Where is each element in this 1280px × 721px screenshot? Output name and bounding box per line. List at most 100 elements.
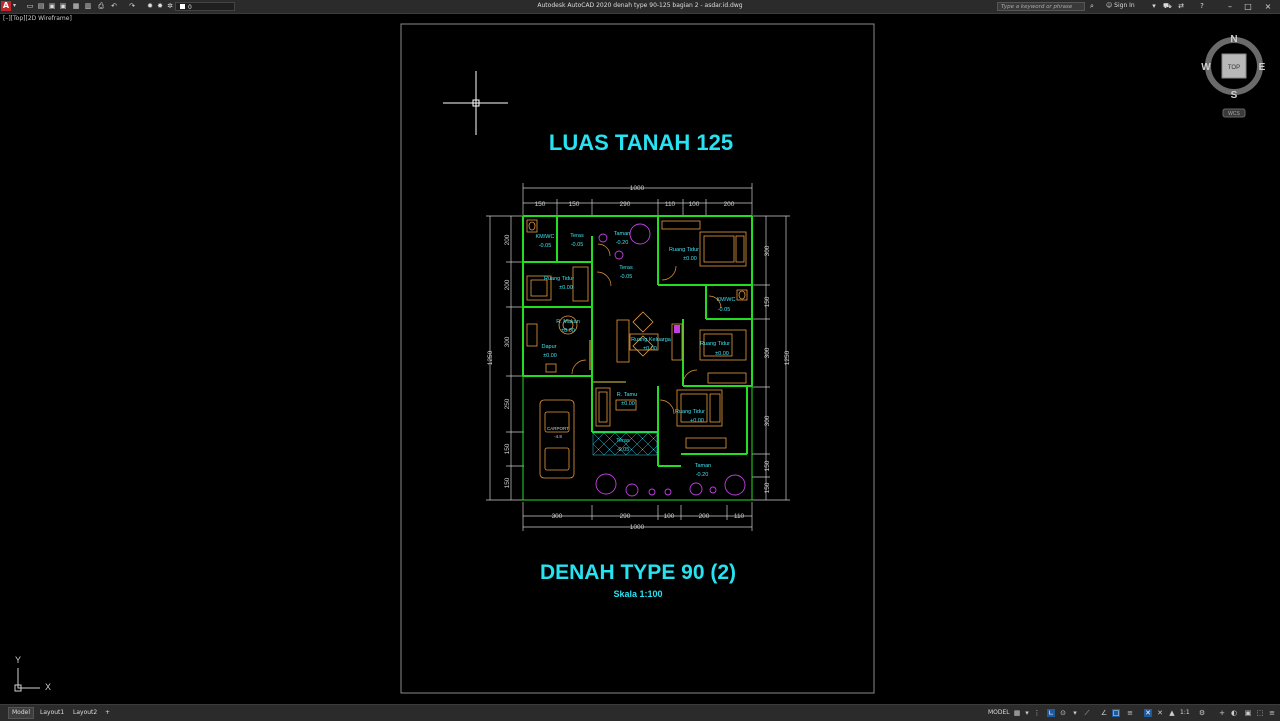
dimension-texts: 1000 150 150 290 110 100 200 300 290 100… [535, 185, 745, 531]
room-13-name: Ruang Tidur [675, 409, 705, 415]
dimension-lines [486, 183, 790, 531]
room-16-name: CARPORT [547, 426, 569, 431]
polar-caret-icon[interactable]: ▾ [1071, 709, 1079, 717]
room-1-level: -0.05 [539, 243, 552, 249]
dim-top-5: 100 [689, 201, 700, 208]
room-7-level: -0.05 [718, 307, 731, 313]
dim-right-2: 150 [764, 296, 771, 307]
compass-east[interactable]: E [1259, 62, 1266, 73]
room-11-level: ±0.00 [715, 351, 729, 357]
dim-top-4: 110 [665, 201, 676, 208]
viewcube[interactable]: TOP N S E W WCS [1201, 34, 1266, 118]
osnap-tracking-icon[interactable]: ∠ [1100, 709, 1108, 717]
settings-gear-icon[interactable]: ⚙ [1198, 709, 1206, 717]
room-9-level: ±0.00 [543, 353, 557, 359]
dim-bottom-total: 1000 [630, 524, 645, 531]
drawing-title-top: LUAS TANAH 125 [549, 130, 733, 155]
viewcube-face-label: TOP [1228, 65, 1240, 71]
scale-dropdown[interactable]: 1:1 [1180, 709, 1190, 716]
wcs-label: WCS [1228, 111, 1240, 117]
polar-icon[interactable]: ⊙ [1059, 709, 1067, 717]
tab-layout2[interactable]: Layout2 [70, 708, 100, 718]
room-7-name: KM/WC [717, 297, 736, 303]
room-10-level: ±0.00 [643, 346, 657, 352]
dim-left-2: 200 [504, 279, 511, 290]
dim-right-total: 1250 [784, 350, 791, 365]
carport-labels: CARPORT -4.8 [547, 426, 569, 439]
grid-caret-icon[interactable]: ▾ [1023, 709, 1031, 717]
dim-left-1: 200 [504, 234, 511, 245]
room-16-level: -4.8 [554, 434, 562, 439]
plus-icon[interactable]: + [1218, 709, 1226, 717]
room-6-name: Teras [619, 265, 633, 271]
room-6-level: -0.05 [620, 274, 633, 280]
compass-west[interactable]: W [1201, 62, 1211, 73]
dim-top-6: 200 [724, 201, 735, 208]
room-4-level: ±0.00 [683, 256, 697, 262]
annotation-autoscale-icon[interactable]: ▲ [1168, 709, 1176, 717]
ucs-y-label: Y [15, 655, 21, 665]
compass-south[interactable]: S [1231, 90, 1238, 101]
dim-right-4: 300 [764, 415, 771, 426]
room-15-level: -0.20 [696, 472, 709, 478]
room-12-level: ±0.00 [621, 401, 635, 407]
room-labels: KM/WC -0.05 Teras -0.05 Taman -0.20 Ruan… [536, 231, 736, 478]
clean-screen-icon[interactable]: ⬚ [1256, 709, 1264, 717]
osnap-icon[interactable]: □ [1112, 709, 1120, 717]
room-2-name: Teras [570, 233, 584, 239]
dim-top-total: 1000 [630, 185, 645, 192]
room-9-name: Dapur [542, 344, 557, 350]
lineweight-icon[interactable]: ≡ [1126, 709, 1134, 717]
room-15-name: Taman [695, 463, 712, 469]
dim-bottom-3: 100 [664, 513, 675, 520]
dim-right-5: 150 [764, 460, 771, 471]
ortho-icon[interactable]: ∟ [1047, 709, 1055, 717]
status-bar: Model Layout1 Layout2 + MODEL ▦ ▾ ⋮ ∟ ⊙ … [0, 704, 1280, 721]
dim-bottom-5: 110 [734, 513, 745, 520]
dim-right-3: 300 [764, 347, 771, 358]
room-11-name: Ruang Tidur [700, 341, 730, 347]
dim-left-5: 150 [504, 443, 511, 454]
room-8-name: R. Makan [556, 319, 580, 325]
grid-icon[interactable]: ▦ [1013, 709, 1021, 717]
dim-left-4: 250 [504, 398, 511, 409]
annotation-scale-icon[interactable]: ✕ [1144, 709, 1152, 717]
furniture [526, 219, 748, 479]
snap-icon[interactable]: ⋮ [1033, 709, 1041, 717]
room-5-name: Ruang Tidur [544, 276, 574, 282]
dim-right-6: 150 [764, 482, 771, 493]
add-layout-button[interactable]: + [102, 708, 113, 718]
dim-bottom-2: 290 [620, 513, 631, 520]
dim-left-total: 1250 [487, 350, 494, 365]
tab-model[interactable]: Model [8, 707, 35, 719]
dim-top-3: 290 [620, 201, 631, 208]
tab-layout1[interactable]: Layout1 [37, 708, 67, 718]
ucs-icon [14, 668, 40, 692]
room-4-name: Ruang Tidur [669, 247, 699, 253]
dim-left-6: 150 [504, 477, 511, 488]
customize-icon[interactable]: ≡ [1268, 709, 1276, 717]
drawing-canvas[interactable]: LUAS TANAH 125 DENAH TYPE 90 (2) Skala 1… [0, 0, 1280, 704]
annotation-visibility-icon[interactable]: ✕ [1156, 709, 1164, 717]
windows [589, 340, 626, 383]
model-space-button[interactable]: MODEL [986, 708, 1012, 718]
room-13-level: +0.00 [690, 418, 704, 424]
compass-north[interactable]: N [1230, 34, 1237, 45]
isolate-icon[interactable]: ◐ [1230, 709, 1238, 717]
dim-top-2: 150 [569, 201, 580, 208]
room-3-level: -0.20 [616, 240, 629, 246]
drawing-scale-label: Skala 1:100 [613, 589, 662, 599]
dim-left-3: 300 [504, 336, 511, 347]
floor-plan-walls [522, 215, 753, 501]
hardware-acceleration-icon[interactable]: ▣ [1244, 709, 1252, 717]
dim-bottom-4: 200 [699, 513, 710, 520]
drawing-title-bottom: DENAH TYPE 90 (2) [540, 561, 736, 584]
room-1-name: KM/WC [536, 234, 555, 240]
dim-top-1: 150 [535, 201, 546, 208]
room-14-name: Teras [616, 438, 630, 444]
room-2-level: -0.05 [571, 242, 584, 248]
room-3-name: Taman [614, 231, 631, 237]
room-14-level: -0.05 [617, 447, 630, 453]
isodraft-icon[interactable]: ⟋ [1083, 709, 1091, 717]
room-10-name: Ruang Keluarga [631, 337, 672, 343]
